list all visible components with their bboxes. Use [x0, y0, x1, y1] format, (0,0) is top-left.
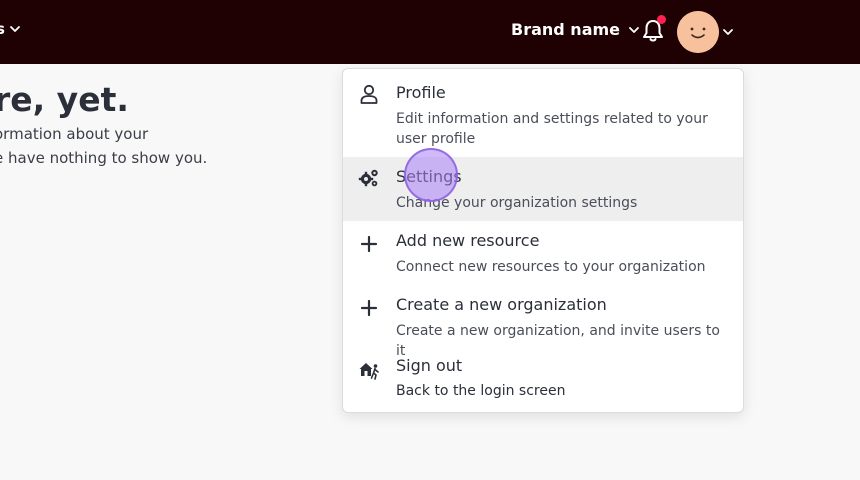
empty-state-line: ormation about your [0, 125, 149, 143]
sign-out-icon [359, 363, 379, 380]
menu-item-profile[interactable]: Profile Edit information and settings re… [343, 69, 743, 157]
menu-item-sign-out[interactable]: Sign out Back to the login screen [343, 347, 743, 411]
menu-item-title: Add new resource [396, 231, 540, 250]
chevron-down-icon [10, 26, 20, 32]
plus-icon [360, 235, 378, 253]
brand-name: Brand name [511, 20, 621, 39]
user-icon [360, 84, 378, 104]
menu-item-settings[interactable]: Settings Change your organization settin… [343, 157, 743, 221]
menu-item-title: Profile [396, 83, 446, 102]
menu-item-add-resource[interactable]: Add new resource Connect new resources t… [343, 221, 743, 285]
chevron-down-icon[interactable] [722, 26, 734, 38]
menu-item-title: Sign out [396, 356, 463, 375]
nav-menu-trigger[interactable]: s [0, 20, 21, 38]
chevron-down-icon [629, 26, 639, 33]
top-nav-bar: s Brand name [0, 0, 860, 64]
empty-state-line: e have nothing to show you. [0, 149, 208, 167]
notification-badge [657, 15, 666, 24]
menu-item-title: Settings [396, 167, 462, 186]
gears-icon [358, 169, 378, 187]
menu-item-create-organization[interactable]: Create a new organization Create a new o… [343, 285, 743, 359]
empty-state-title: re, yet. [0, 80, 129, 119]
empty-state-text: ormation about your e have nothing to sh… [0, 122, 207, 170]
menu-item-description: Connect new resources to your organizati… [396, 259, 706, 275]
avatar-face-icon [677, 11, 719, 53]
menu-item-title: Create a new organization [396, 295, 607, 314]
menu-item-description: Back to the login screen [396, 383, 566, 399]
avatar[interactable] [677, 11, 719, 53]
nav-menu-label: s [0, 20, 5, 38]
plus-icon [360, 299, 378, 317]
brand-switcher[interactable]: Brand name [511, 20, 640, 39]
menu-item-description: Edit information and settings related to… [396, 111, 708, 147]
menu-item-description: Change your organization settings [396, 195, 638, 211]
user-dropdown-menu: Profile Edit information and settings re… [342, 68, 744, 413]
